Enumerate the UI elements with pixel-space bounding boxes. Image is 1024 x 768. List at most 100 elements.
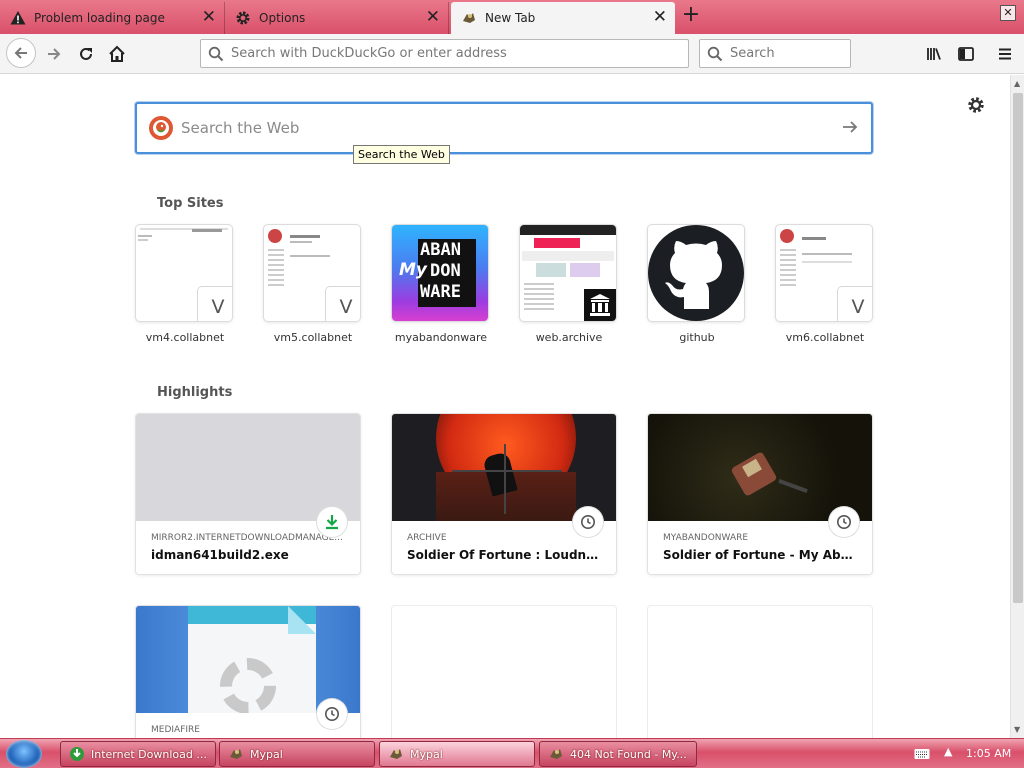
forward-button[interactable] [40,40,68,68]
site-letter-badge: V [326,287,360,321]
show-hidden-icons-icon[interactable]: ▲ [944,745,952,758]
taskbar-item-internet-download[interactable]: Internet Download ... [60,741,216,767]
highlight-card[interactable]: MIRROR2.INTERNETDOWNLOADMANAGE... idman6… [136,414,360,574]
tab-title: Options [259,11,306,25]
arrow-right-icon[interactable] [841,118,859,139]
top-site-github[interactable]: github [648,225,746,344]
vertical-scrollbar[interactable]: ▲ ▼ [1010,75,1024,738]
mypal-icon [461,10,477,26]
taskbar-item-mypal-active[interactable]: Mypal [379,741,535,767]
menu-button[interactable] [991,40,1019,68]
archive-icon [584,289,616,321]
sidebar-icon [958,47,974,61]
site-thumbnail [648,225,744,321]
top-site-label: myabandonware [394,331,488,344]
search-box[interactable] [699,39,851,68]
highlight-card[interactable]: ARCHIVE Soldier Of Fortune : Loudness : … [392,414,616,574]
taskbar-clock[interactable]: 1:05 AM [966,747,1011,760]
logo-text: DON [430,261,461,281]
sidebar-button[interactable] [952,40,980,68]
hamburger-menu-icon [999,48,1011,60]
site-thumbnail: V [264,225,360,321]
card-preview [392,414,616,521]
close-icon[interactable]: ✕ [202,9,216,26]
windows-taskbar: Internet Download ... Mypal Mypal 404 No… [0,738,1024,768]
logo-text: ABAN [420,240,461,260]
card-preview [136,414,360,521]
web-search-input[interactable] [181,119,821,137]
taskbar-item-label: Mypal [250,747,283,761]
taskbar-item-label: 404 Not Found - My... [570,747,687,761]
site-letter-badge: V [198,287,232,321]
card-title: Soldier of Fortune - My Abandon... [663,548,859,562]
top-site-myabandonware[interactable]: ABAN My DON WARE myabandonware [392,225,490,344]
card-preview [648,414,872,521]
top-site-web-archive[interactable]: web.archive [520,225,618,344]
tab-strip: Problem loading page ✕ Options ✕ New Tab… [0,0,1024,34]
start-button[interactable] [6,740,42,768]
github-icon [648,225,744,321]
tooltip: Search the Web [353,145,450,164]
reload-icon [80,47,92,60]
mypal-icon [550,749,562,759]
myabandonware-logo: ABAN My DON WARE [392,225,488,321]
reload-button[interactable] [72,40,100,68]
tab-title: Problem loading page [34,11,165,25]
duckduckgo-icon [149,116,173,140]
scroll-down-icon[interactable]: ▼ [1014,725,1020,734]
top-site-label: vm5.collabnet [273,331,353,344]
top-site-label: github [679,331,715,344]
logo-text: My [399,260,427,280]
top-site-label: vm4.collabnet [145,331,225,344]
library-button[interactable] [920,40,948,68]
top-site-vm4[interactable]: V vm4.collabnet [136,225,234,344]
empty-highlight-placeholder [648,606,872,738]
close-icon[interactable]: ✕ [426,9,440,26]
tab-options[interactable]: Options ✕ [225,2,449,34]
taskbar-item-label: Internet Download ... [91,747,207,761]
warning-icon [10,10,26,26]
tab-problem-loading[interactable]: Problem loading page ✕ [0,2,225,34]
site-letter-badge: V [838,287,872,321]
settings-gear-icon[interactable] [966,95,986,115]
search-input[interactable] [730,46,850,61]
top-site-vm5[interactable]: V vm5.collabnet [264,225,362,344]
web-search-box[interactable] [135,102,873,154]
taskbar-item-404[interactable]: 404 Not Found - My... [539,741,697,767]
gear-icon [235,10,251,26]
window-close-button[interactable]: ✕ [1000,5,1016,21]
home-button[interactable] [103,40,131,68]
top-site-vm6[interactable]: V vm6.collabnet [776,225,874,344]
new-tab-page: Search the Web Top Sites V vm4.collabnet… [0,75,1010,738]
tab-new-tab[interactable]: New Tab ✕ [451,2,675,34]
top-site-label: vm6.collabnet [785,331,865,344]
site-thumbnail [520,225,616,321]
card-source: ARCHIVE [407,533,447,543]
close-icon[interactable]: ✕ [653,9,667,26]
search-icon [700,46,730,62]
scrollbar-thumb[interactable] [1013,93,1023,603]
highlight-card[interactable]: MEDIAFIRE [136,606,360,738]
logo-text: WARE [420,282,461,302]
site-thumbnail: V [136,225,232,321]
tab-title: New Tab [485,11,536,25]
new-tab-button[interactable]: + [680,4,702,27]
address-input[interactable] [231,46,688,61]
system-tray: ▲ 1:05 AM [908,739,1024,768]
highlight-card[interactable]: MYABANDONWARE Soldier of Fortune - My Ab… [648,414,872,574]
back-button[interactable] [6,38,36,68]
address-bar[interactable] [200,39,689,68]
mypal-icon [390,749,402,759]
keyboard-icon[interactable] [914,747,930,761]
scroll-up-icon[interactable]: ▲ [1014,79,1020,88]
download-icon [317,507,347,537]
forward-arrow-icon [48,48,61,60]
idm-icon [70,747,84,761]
card-source: MYABANDONWARE [663,533,749,543]
top-sites-heading: Top Sites [157,196,224,211]
clock-icon [829,507,859,537]
empty-highlight-placeholder [392,606,616,738]
back-arrow-icon [14,47,27,59]
card-source: MIRROR2.INTERNETDOWNLOADMANAGE... [151,533,343,543]
taskbar-item-mypal[interactable]: Mypal [219,741,375,767]
